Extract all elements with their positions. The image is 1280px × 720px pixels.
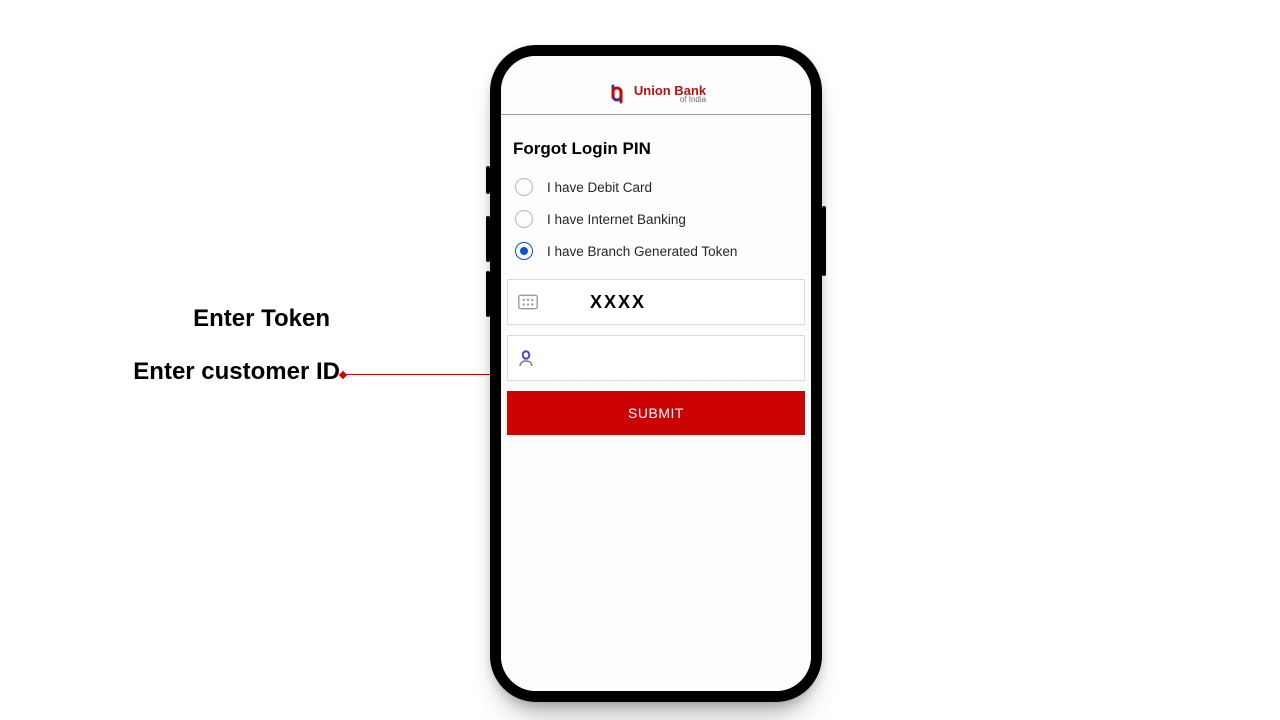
phone-side-button [486, 216, 490, 262]
auth-method-options: I have Debit Card I have Internet Bankin… [501, 171, 811, 273]
annotation-enter-customer-id: Enter customer ID [80, 358, 340, 386]
fingerprint-user-icon [518, 349, 534, 367]
app-header: Union Bank of India [501, 56, 811, 115]
phone-screen: Union Bank of India Forgot Login PIN I h… [501, 56, 811, 691]
app-body: Forgot Login PIN I have Debit Card I hav… [501, 115, 811, 435]
token-input[interactable] [550, 291, 811, 314]
option-debit-card[interactable]: I have Debit Card [511, 171, 807, 203]
option-label: I have Branch Generated Token [547, 244, 737, 259]
annotation-enter-token: Enter Token [130, 305, 330, 333]
phone-side-button [822, 206, 826, 276]
phone-side-button [486, 166, 490, 194]
radio-icon [515, 242, 533, 260]
page-title: Forgot Login PIN [501, 129, 811, 171]
option-label: I have Debit Card [547, 180, 652, 195]
customer-id-input[interactable] [546, 349, 794, 367]
brand-text: Union Bank of India [634, 84, 706, 104]
union-bank-logo-icon [606, 84, 628, 104]
option-internet-banking[interactable]: I have Internet Banking [511, 203, 807, 235]
customer-id-field[interactable] [507, 335, 805, 381]
option-label: I have Internet Banking [547, 212, 686, 227]
option-branch-token[interactable]: I have Branch Generated Token [511, 235, 807, 267]
phone-side-button [486, 271, 490, 317]
token-field[interactable] [507, 279, 805, 325]
submit-button[interactable]: SUBMIT [507, 391, 805, 435]
radio-icon [515, 210, 533, 228]
token-keypad-icon [518, 294, 538, 310]
phone-device-frame: Union Bank of India Forgot Login PIN I h… [490, 45, 822, 702]
radio-icon [515, 178, 533, 196]
